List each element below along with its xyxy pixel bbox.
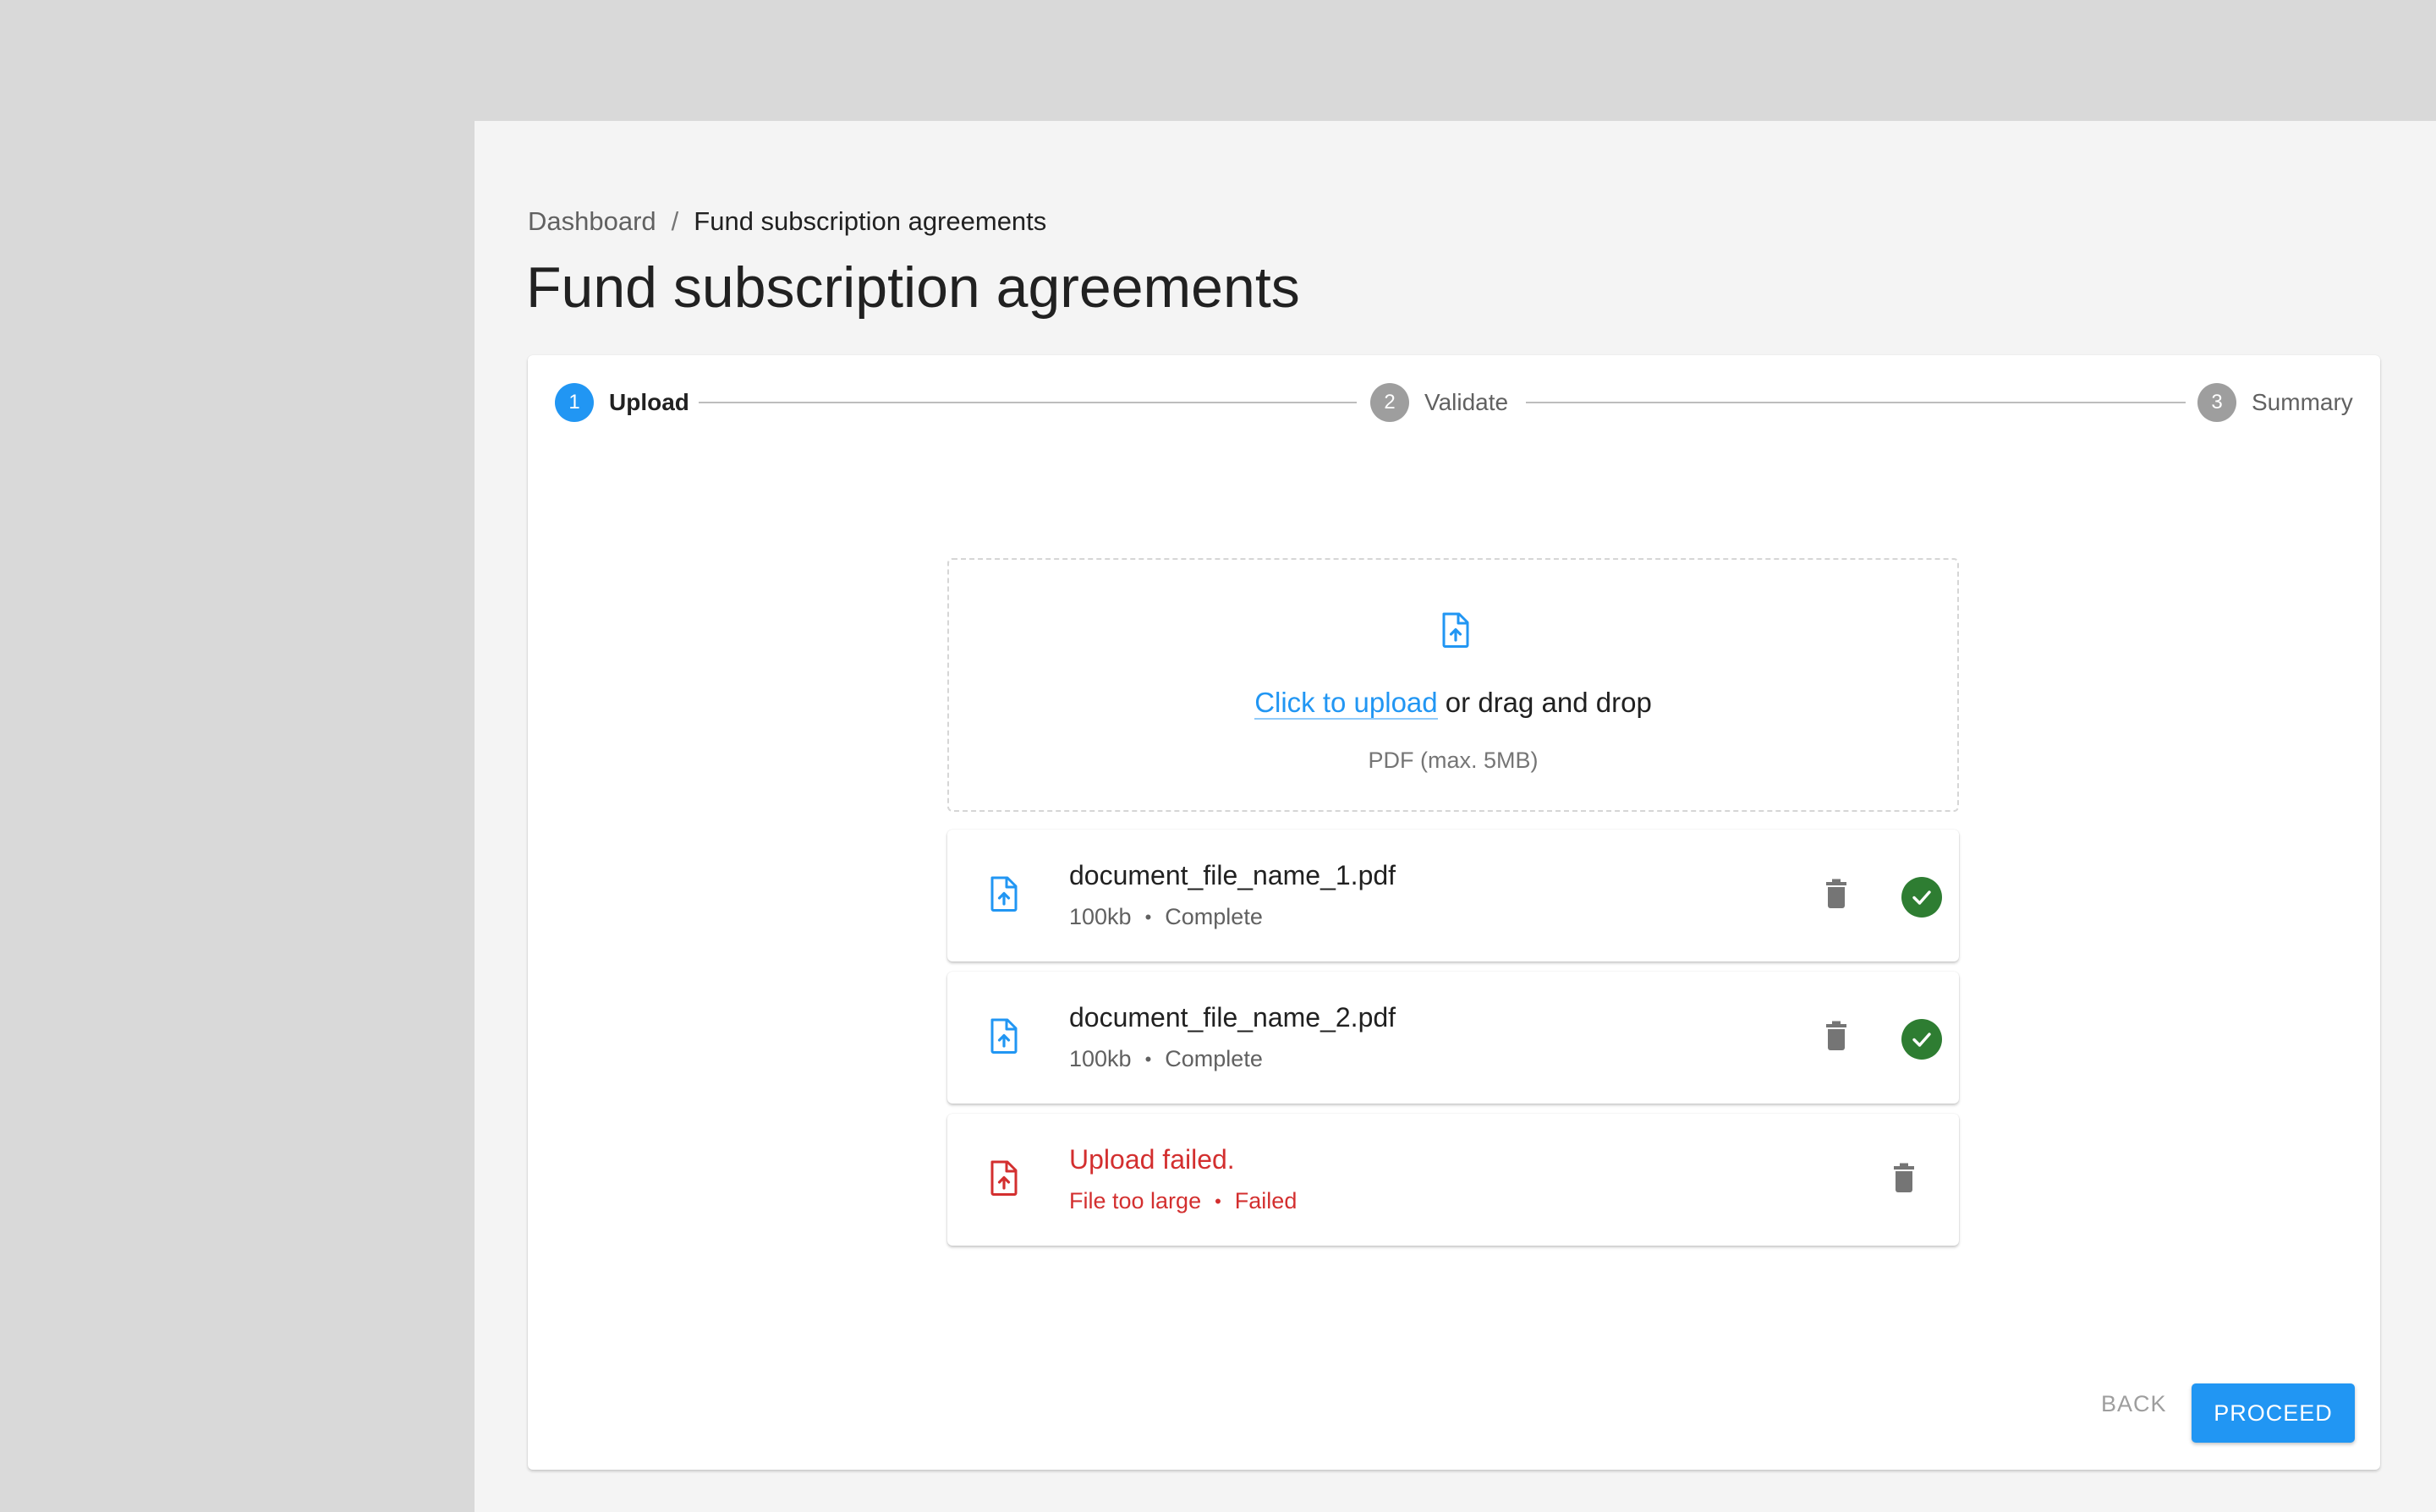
- error-title: Upload failed.: [1069, 1144, 1235, 1175]
- back-button[interactable]: BACK: [2091, 1383, 2177, 1426]
- breadcrumb-link-dashboard[interactable]: Dashboard: [528, 206, 656, 237]
- file-row-error: Upload failed. File too large • Failed: [947, 1114, 1959, 1246]
- trash-icon: [1892, 1163, 1916, 1197]
- proceed-button[interactable]: PROCEED: [2192, 1383, 2355, 1443]
- upload-file-icon: [1441, 612, 1470, 652]
- upload-file-icon: [990, 1018, 1018, 1058]
- trash-icon: [1824, 1021, 1848, 1055]
- file-meta: 100kb • Complete: [1069, 904, 1263, 930]
- file-dropzone[interactable]: Click to upload or drag and drop PDF (ma…: [947, 558, 1959, 812]
- step-connector: [699, 402, 1357, 403]
- error-reason: File too large: [1069, 1188, 1202, 1213]
- step-number: 3: [2197, 383, 2236, 422]
- delete-file-button[interactable]: [1819, 878, 1854, 913]
- file-size: 100kb: [1069, 904, 1132, 929]
- step-label: Validate: [1424, 389, 1509, 415]
- dropzone-hint: PDF (max. 5MB): [1368, 748, 1539, 773]
- file-status: Failed: [1234, 1188, 1298, 1213]
- step-validate: 2 Validate: [1370, 382, 1508, 423]
- file-meta: 100kb • Complete: [1069, 1046, 1263, 1072]
- file-name: document_file_name_1.pdf: [1069, 860, 1396, 890]
- meta-separator: •: [1144, 906, 1152, 928]
- dropzone-prompt: Click to upload or drag and drop: [949, 687, 1957, 720]
- file-status: Complete: [1165, 904, 1263, 929]
- file-row: document_file_name_2.pdf 100kb • Complet…: [947, 972, 1959, 1104]
- file-status: Complete: [1165, 1046, 1263, 1071]
- step-label: Upload: [609, 389, 689, 415]
- meta-separator: •: [1215, 1190, 1221, 1212]
- step-number: 1: [555, 383, 594, 422]
- file-name: document_file_name_2.pdf: [1069, 1002, 1396, 1033]
- step-upload: 1 Upload: [555, 382, 689, 423]
- upload-card: 1 Upload 2 Validate 3 Summary Click to u…: [528, 355, 2380, 1470]
- step-number: 2: [1370, 383, 1409, 422]
- meta-separator: •: [1144, 1048, 1152, 1070]
- step-label: Summary: [2252, 389, 2353, 415]
- complete-check-icon: [1901, 877, 1942, 918]
- file-meta: File too large • Failed: [1069, 1188, 1297, 1214]
- upload-file-error-icon: [990, 1160, 1018, 1200]
- delete-file-button[interactable]: [1886, 1162, 1922, 1197]
- file-size: 100kb: [1069, 1046, 1132, 1071]
- complete-check-icon: [1901, 1019, 1942, 1060]
- page-title: Fund subscription agreements: [526, 255, 1300, 320]
- click-to-upload-link[interactable]: Click to upload: [1254, 687, 1438, 720]
- step-summary: 3 Summary: [2197, 382, 2353, 423]
- trash-icon: [1824, 879, 1848, 913]
- breadcrumb-separator: /: [671, 206, 679, 236]
- breadcrumb-current: Fund subscription agreements: [694, 206, 1047, 236]
- delete-file-button[interactable]: [1819, 1020, 1854, 1055]
- upload-file-icon: [990, 876, 1018, 916]
- file-row: document_file_name_1.pdf 100kb • Complet…: [947, 830, 1959, 961]
- drag-drop-text: or drag and drop: [1437, 687, 1652, 718]
- step-connector: [1526, 402, 2186, 403]
- breadcrumb: Dashboard / Fund subscription agreements: [528, 206, 1046, 237]
